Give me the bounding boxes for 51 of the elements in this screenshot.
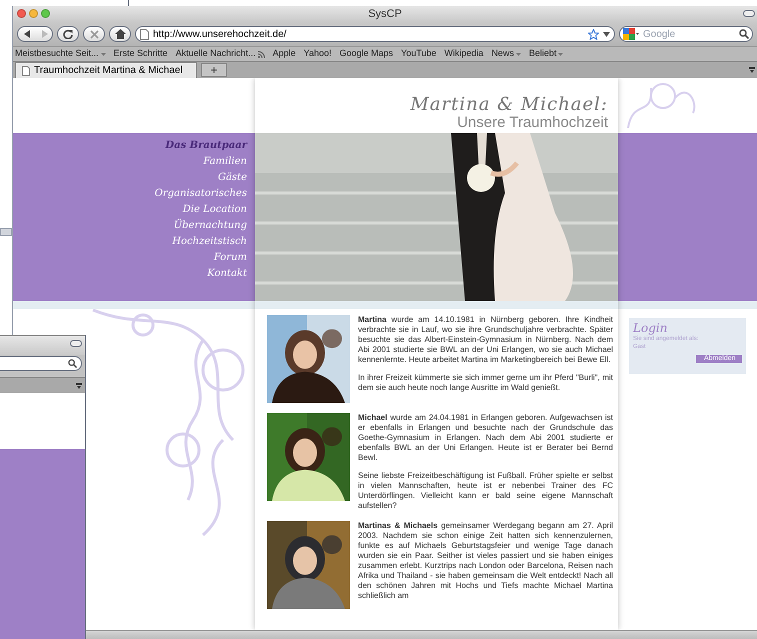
home-icon	[114, 29, 126, 39]
bookmark-link[interactable]: Yahoo!	[304, 47, 332, 61]
reload-button[interactable]	[57, 26, 79, 42]
toolbar-toggle-button[interactable]	[70, 340, 82, 347]
caret-icon	[558, 52, 564, 56]
reload-icon	[63, 29, 73, 39]
toolbar-toggle-button[interactable]	[743, 10, 755, 17]
stop-button[interactable]	[83, 26, 105, 42]
bookmark-link[interactable]: Google Maps	[340, 47, 394, 61]
feed-icon	[258, 50, 265, 58]
new-tab-button[interactable]: +	[201, 63, 227, 77]
close-icon	[90, 30, 98, 38]
bookmark-link[interactable]: YouTube	[401, 47, 436, 61]
bookmark-link[interactable]: Wikipedia	[444, 47, 484, 61]
article-paragraph: Seine liebste Freizeitbeschäftigung ist Fußball. Früher spielte er selbst in vielen Mannschaften, heute ist er nebenbei Trainer des FC Unterdörflingen. Vielleicht kann er bald seine eigene Mannschaft aufstellen?	[358, 471, 613, 511]
bookmark-link[interactable]: News	[491, 47, 521, 61]
article-paragraph: Michael wurde am 24.04.1981 in Erlangen geboren. Aufgewachsen ist er ebenfalls in Erlangen und besuchte nach der Grundschule das Goethe-Gymnasium in Erlangen. Nach dem Abi 2001 studierte er ebenfalls BWL an der Uni Erlangen. Heute ist er Berater bei Bernd Bewl.	[358, 413, 613, 463]
bookmark-link[interactable]: Apple	[272, 47, 296, 61]
back-forward-button[interactable]	[17, 26, 53, 42]
dropdown-arrow-icon[interactable]	[603, 32, 610, 36]
tab-list-icon[interactable]	[749, 67, 755, 73]
search-icon[interactable]	[739, 29, 749, 39]
home-button[interactable]	[109, 26, 131, 42]
page-icon	[22, 66, 30, 76]
url-text: http://www.unserehochzeit.de/	[153, 28, 288, 42]
bookmark-link[interactable]: Aktuelle Nachricht...	[176, 47, 265, 61]
close-button[interactable]	[17, 9, 26, 18]
browser-tab[interactable]: Traumhochzeit Martina & Michael	[15, 62, 197, 78]
bookmark-link[interactable]: Beliebt	[528, 47, 564, 61]
site-subtitle: Unsere Traumhochzeit	[457, 115, 608, 131]
bookmark-link[interactable]: Erste Schritte	[114, 47, 168, 61]
back-forward-icon	[22, 29, 48, 39]
article-paragraph: In ihrer Freizeit kümmerte sie sich immer gerne um ihr Pferd "Burli", mit dem sie auch heute noch lange Ausritte im Wald genießt.	[358, 373, 613, 393]
page-icon	[140, 28, 149, 40]
search-field[interactable]: Google	[619, 26, 753, 42]
zoom-button[interactable]	[41, 9, 50, 18]
google-icon[interactable]	[623, 28, 639, 40]
search-icon[interactable]	[68, 359, 77, 368]
star-icon[interactable]	[588, 28, 599, 40]
address-bar[interactable]: http://www.unserehochzeit.de/	[135, 26, 615, 42]
login-title: Login	[633, 321, 668, 335]
tab-list-icon[interactable]	[76, 382, 82, 388]
site-title: Martina & Michael:	[410, 95, 608, 115]
search-field[interactable]	[0, 356, 82, 371]
bookmark-link[interactable]: Meistbesuchte Seit...	[15, 47, 106, 61]
caret-icon	[516, 52, 521, 56]
window-title: SysCP	[368, 6, 402, 22]
search-input[interactable]: Google	[643, 26, 735, 42]
caret-icon	[100, 52, 106, 56]
article-paragraph: Martina wurde am 14.10.1981 in Nürnberg geboren. Ihre Kindheit verbrachte sie in Lauf, wo sie ihre Grundschuljahre verbrachte. Später besuchte sie das Albert-Einstein-Gymnasium in Nürnberg. Nach dem Abi 2001 studierte sie BWL an der Uni Erlangen, wo sie auch Michael kennenlernte. Heute arbeitet Martina im Marketingbereich bei Bewe Ell.	[358, 315, 613, 365]
article-paragraph: Martinas & Michaels gemeinsamer Werdegang begann am 27. April 2003. Nachdem sie schon einige Zeit hatten sich kennenzulernen, funkte es auf Michaels Geburtstagsfeier und wenige Tage danach wurden sie ein Paar. Seither ist vieles passiert und sie haben einiges zusammen erlebt. Kurztrips nach London oder Barcelona, Reisen nach Afrika und Thailand - sie haben gemeinsam die Welt entdeckt! Nach all den schönen Jahren mit Hochs und Tiefs machte Michael Martina schließlich am	[358, 521, 613, 601]
